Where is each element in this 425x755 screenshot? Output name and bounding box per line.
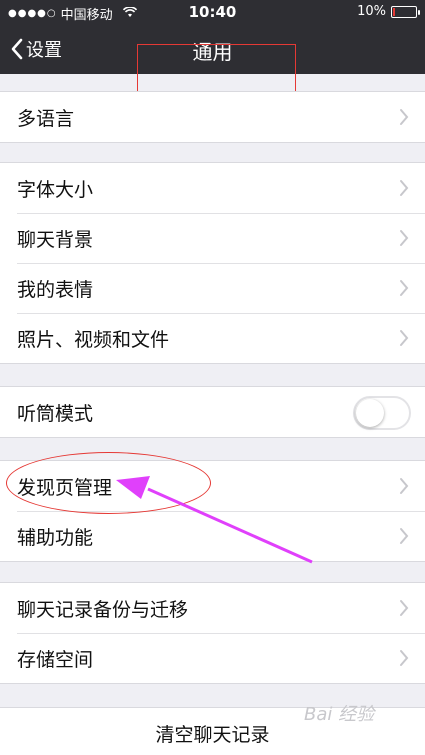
settings-item-accessibility[interactable]: 辅助功能 bbox=[0, 511, 425, 561]
item-label: 多语言 bbox=[17, 107, 75, 130]
toggle-knob bbox=[356, 399, 384, 427]
item-label: 照片、视频和文件 bbox=[17, 328, 170, 351]
chevron-right-icon bbox=[400, 478, 409, 494]
settings-item-chat-background[interactable]: 聊天背景 bbox=[0, 213, 425, 263]
battery-fill bbox=[393, 7, 395, 16]
settings-item-media-files[interactable]: 照片、视频和文件 bbox=[0, 313, 425, 363]
chevron-right-icon bbox=[400, 600, 409, 616]
settings-item-font-size[interactable]: 字体大小 bbox=[0, 163, 425, 213]
chevron-right-icon bbox=[400, 330, 409, 346]
status-right: 10% bbox=[357, 4, 420, 19]
chevron-right-icon bbox=[400, 180, 409, 196]
group-display: 字体大小 聊天背景 我的表情 照片、视频和文件 bbox=[0, 162, 425, 364]
status-bar: ●●●●○ 中国移动 10:40 10% bbox=[0, 0, 425, 24]
settings-item-earpiece-mode: 听筒模式 bbox=[0, 387, 425, 437]
settings-item-my-stickers[interactable]: 我的表情 bbox=[0, 263, 425, 313]
item-label: 听筒模式 bbox=[17, 402, 94, 425]
item-label: 聊天背景 bbox=[17, 228, 94, 251]
highlight-ellipse bbox=[6, 452, 211, 514]
group-earpiece: 听筒模式 bbox=[0, 386, 425, 438]
group-storage: 聊天记录备份与迁移 存储空间 bbox=[0, 582, 425, 684]
settings-item-language[interactable]: 多语言 bbox=[0, 92, 425, 142]
item-label: 存储空间 bbox=[17, 648, 94, 671]
chevron-right-icon bbox=[400, 280, 409, 296]
chevron-right-icon bbox=[400, 650, 409, 666]
settings-item-storage[interactable]: 存储空间 bbox=[0, 633, 425, 683]
navigation-bar: 设置 通用 bbox=[0, 24, 425, 122]
chevron-right-icon bbox=[400, 528, 409, 544]
chevron-right-icon bbox=[400, 230, 409, 246]
item-label: 辅助功能 bbox=[17, 526, 94, 549]
item-label: 聊天记录备份与迁移 bbox=[17, 598, 189, 621]
battery-percent: 10% bbox=[357, 4, 386, 19]
item-label: 字体大小 bbox=[17, 178, 94, 201]
earpiece-mode-toggle[interactable] bbox=[353, 396, 411, 430]
battery-icon bbox=[391, 5, 420, 18]
group-language: 多语言 bbox=[0, 91, 425, 143]
item-label: 我的表情 bbox=[17, 278, 94, 301]
settings-item-chat-backup[interactable]: 聊天记录备份与迁移 bbox=[0, 583, 425, 633]
watermark: Bai 经验 bbox=[304, 704, 375, 725]
chevron-right-icon bbox=[400, 109, 409, 125]
